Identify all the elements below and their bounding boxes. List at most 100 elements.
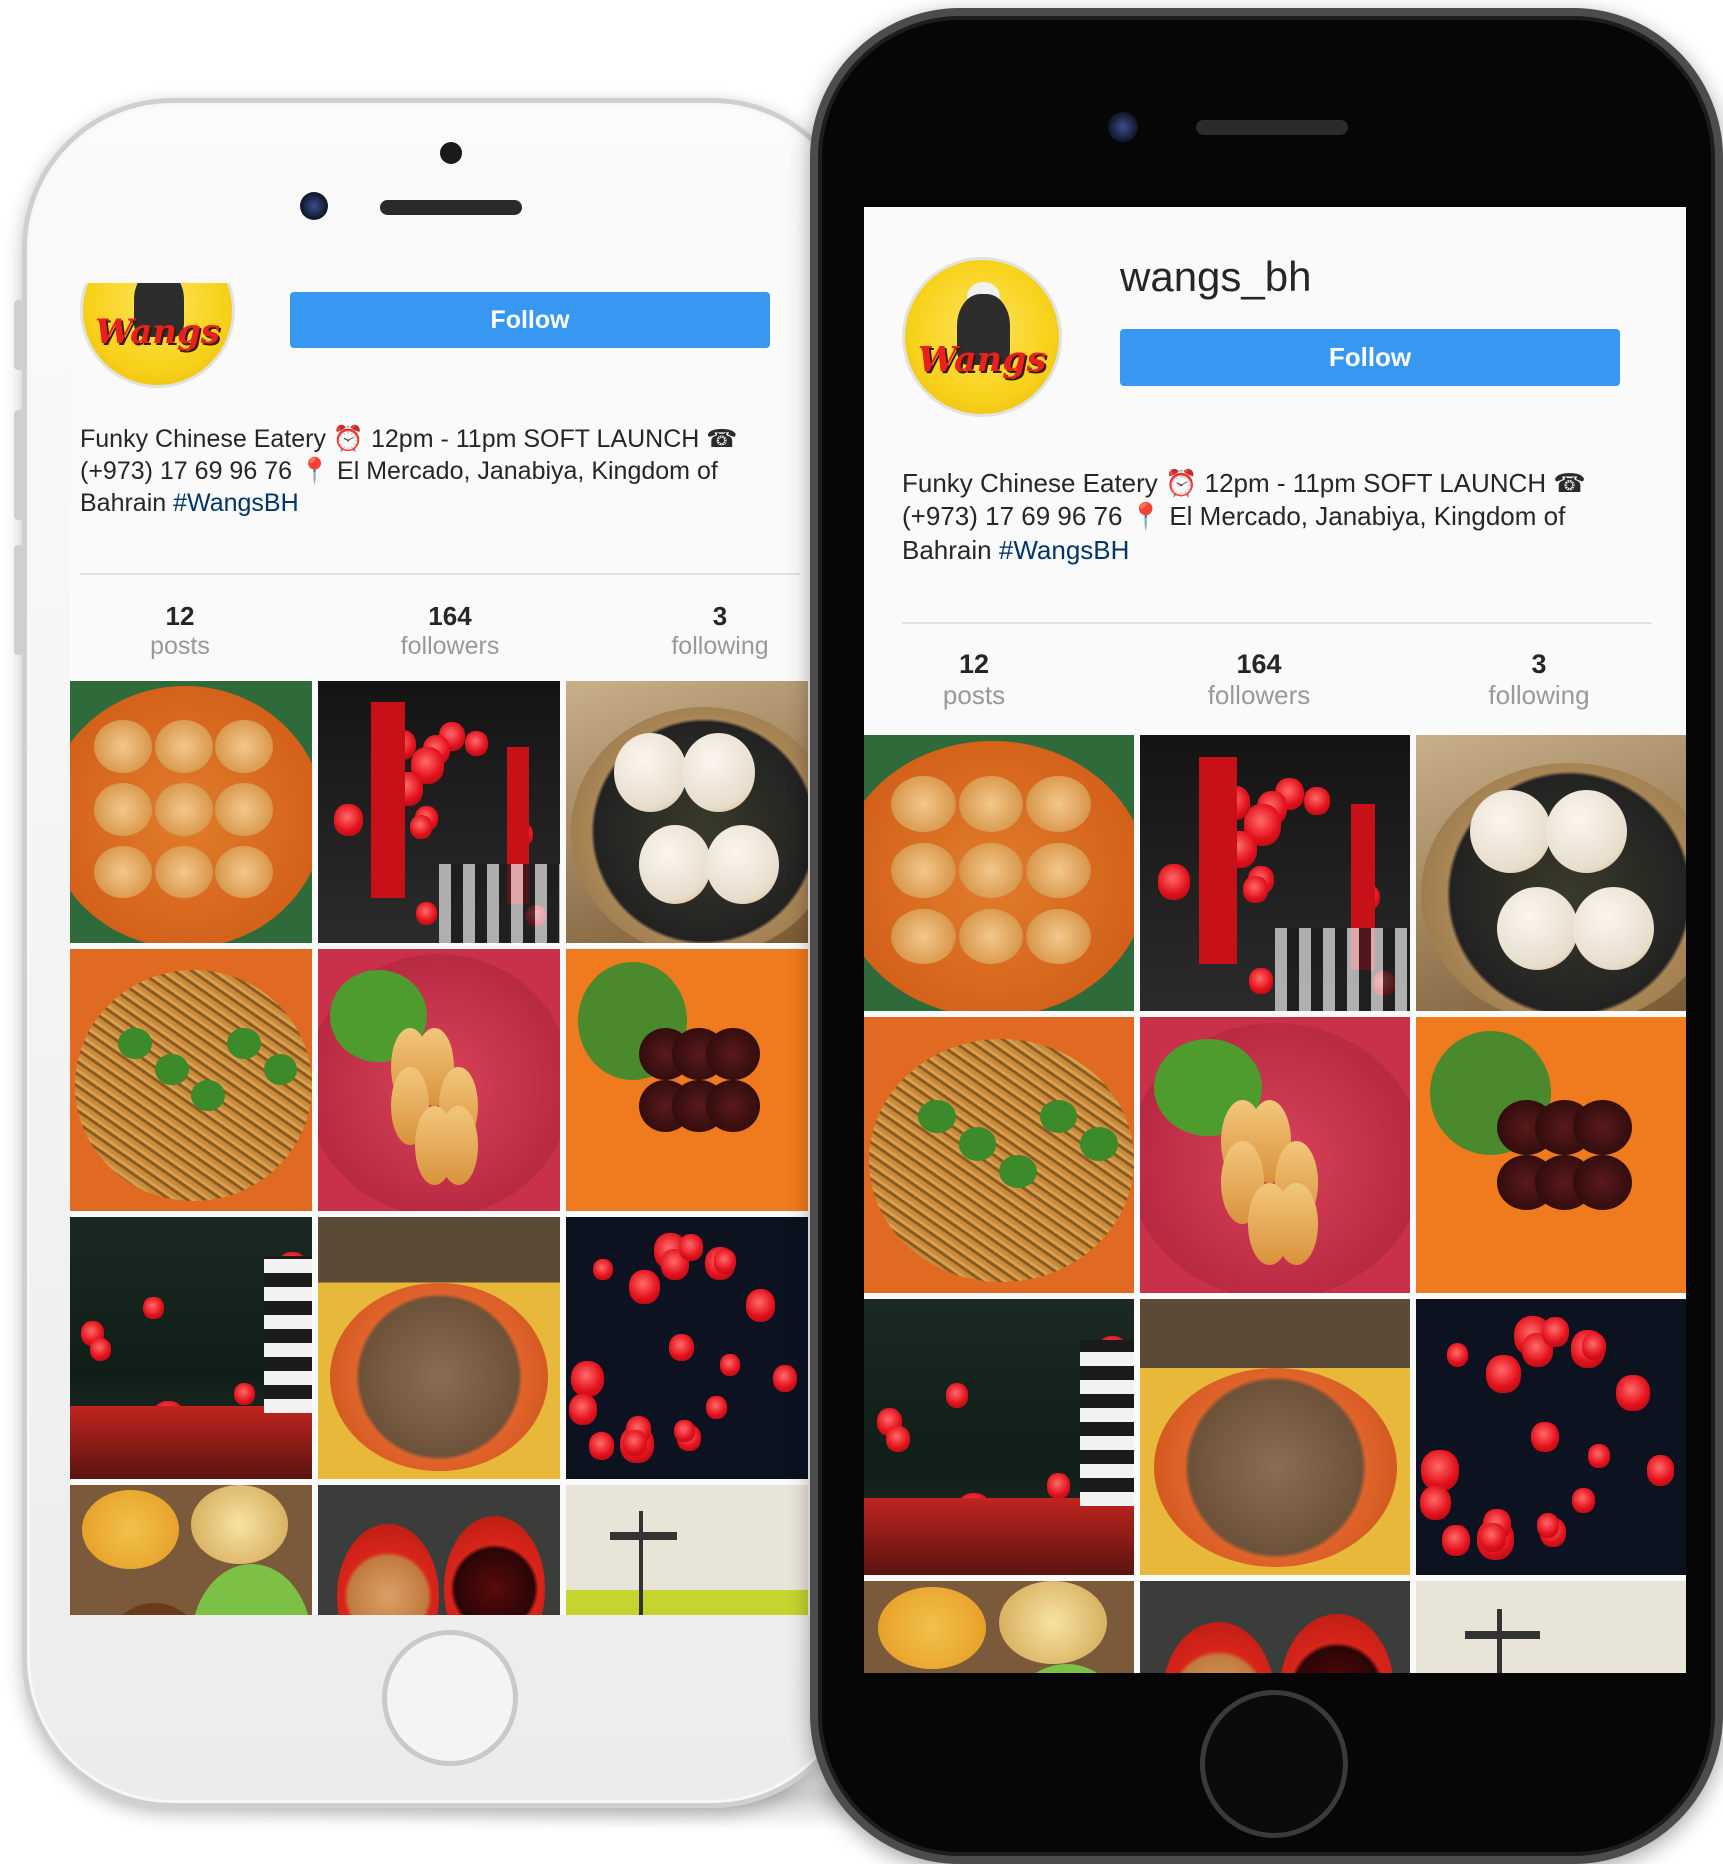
lantern: [1304, 787, 1330, 816]
red-banner: [1199, 757, 1238, 965]
dumpling: [614, 733, 687, 812]
followers-stat[interactable]: 164 followers: [370, 601, 530, 661]
dumpling: [1470, 790, 1551, 873]
post-thumbnail-noodles-plate[interactable]: [864, 1017, 1134, 1293]
post-thumbnail-crispy-fish-salad[interactable]: [1140, 1017, 1410, 1293]
post-thumbnail-salad-and-sauces[interactable]: [864, 1581, 1134, 1673]
posts-grid: COMIN: [70, 681, 810, 1615]
red-banner: [371, 701, 406, 899]
profile-avatar[interactable]: Wangs: [80, 283, 235, 388]
lettuce: [191, 1563, 312, 1615]
post-thumbnail-noodles-plate[interactable]: [70, 949, 312, 1211]
lantern: [465, 730, 489, 756]
lantern: [1419, 1485, 1451, 1521]
post-thumbnail-coming-soon-sign[interactable]: COMIN: [566, 1485, 808, 1615]
fried-piece: [94, 783, 153, 836]
lantern: [589, 1431, 615, 1460]
lantern: [1616, 1374, 1650, 1412]
poster-wall: [263, 1256, 312, 1414]
fried-piece: [154, 783, 213, 836]
dumpling: [706, 825, 779, 904]
followers-count: 164: [428, 601, 472, 631]
poster-wall: [1080, 1340, 1134, 1506]
posts-count: 12: [958, 649, 990, 679]
earpiece-speaker: [1196, 120, 1348, 135]
profile-username: wangs_bh: [1120, 253, 1312, 300]
post-thumbnail-fried-chicken-bowl[interactable]: [70, 681, 312, 943]
lantern: [678, 1234, 703, 1261]
home-button[interactable]: [1200, 1690, 1348, 1838]
posts-stat[interactable]: 12 posts: [120, 601, 240, 661]
bamboo-basket: [570, 707, 808, 943]
lantern: [885, 1426, 910, 1453]
front-camera: [300, 192, 328, 220]
lantern: [1536, 1512, 1560, 1538]
post-thumbnail-salad-and-sauces[interactable]: [70, 1485, 312, 1615]
posts-label: posts: [942, 680, 1006, 710]
lantern: [334, 803, 364, 836]
sauce-bowl: [191, 1485, 288, 1564]
lantern: [416, 902, 438, 926]
bio-tagline: Funky Chinese Eatery: [902, 468, 1158, 498]
post-thumbnail-fried-rice-bowl[interactable]: [318, 1217, 560, 1479]
post-thumbnail-glazed-beef[interactable]: [566, 949, 808, 1211]
post-thumbnail-restaurant-interior[interactable]: [70, 1217, 312, 1479]
profile-avatar[interactable]: Wangs: [902, 257, 1062, 417]
following-stat[interactable]: 3 following: [640, 601, 800, 661]
post-thumbnail-red-lanterns-banners[interactable]: [318, 681, 560, 943]
followers-stat[interactable]: 164 followers: [1174, 649, 1344, 711]
follow-button[interactable]: Follow: [1120, 329, 1620, 386]
bio-phone-number[interactable]: (+973) 17 69 96 76: [902, 501, 1122, 531]
stats-divider: [902, 622, 1652, 624]
mute-switch: [14, 300, 24, 370]
telephone-icon: ☎: [1553, 468, 1586, 498]
follow-button[interactable]: Follow: [290, 292, 770, 348]
fried-piece: [958, 842, 1024, 898]
bio-hashtag[interactable]: #WangsBH: [173, 489, 299, 517]
lantern: [1446, 1342, 1469, 1367]
fried-piece: [154, 846, 213, 899]
counter: [70, 1405, 312, 1479]
fried-piece: [154, 720, 213, 773]
bio-tagline: Funky Chinese Eatery: [80, 425, 326, 453]
post-thumbnail-restaurant-interior[interactable]: [864, 1299, 1134, 1575]
sauce-bowl: [82, 1490, 179, 1569]
fried-piece: [215, 783, 274, 836]
fried-piece: [1026, 842, 1091, 898]
post-thumbnail-dim-sum-basket[interactable]: [566, 681, 808, 943]
avatar-logo-text: Wangs: [917, 339, 1047, 381]
post-thumbnail-hanging-lanterns-night[interactable]: [566, 1217, 808, 1479]
following-stat[interactable]: 3 following: [1454, 649, 1624, 711]
lantern: [410, 814, 433, 840]
bio-hashtag[interactable]: #WangsBH: [999, 535, 1130, 565]
fried-piece: [1026, 776, 1091, 832]
post-thumbnail-spring-rolls-dips[interactable]: [318, 1485, 560, 1615]
proximity-sensor: [440, 142, 462, 164]
noodle-pile: [869, 1039, 1134, 1282]
fried-piece: [1026, 908, 1091, 965]
bio-phone-number[interactable]: (+973) 17 69 96 76: [80, 457, 292, 485]
post-thumbnail-dim-sum-basket[interactable]: [1416, 735, 1686, 1011]
telephone-icon: ☎: [706, 425, 738, 453]
alarm-clock-icon: ⏰: [332, 425, 365, 453]
post-thumbnail-crispy-fish-salad[interactable]: [318, 949, 560, 1211]
sign-arm: [1464, 1630, 1541, 1639]
home-button[interactable]: [382, 1630, 518, 1766]
post-thumbnail-glazed-beef[interactable]: [1416, 1017, 1686, 1293]
stats-divider: [80, 573, 800, 575]
post-thumbnail-red-lanterns-banners[interactable]: [1140, 735, 1410, 1011]
post-thumbnail-fried-rice-bowl[interactable]: [1140, 1299, 1410, 1575]
post-thumbnail-fried-chicken-bowl[interactable]: [864, 735, 1134, 1011]
posts-stat[interactable]: 12 posts: [914, 649, 1034, 711]
post-thumbnail-spring-rolls-dips[interactable]: [1140, 1581, 1410, 1673]
profile-bio: Funky Chinese Eatery ⏰ 12pm - 11pm SOFT …: [80, 423, 780, 519]
fried-piece: [215, 720, 274, 773]
lantern: [945, 1382, 969, 1408]
beef-piece: [1572, 1099, 1632, 1155]
lantern: [1531, 1421, 1560, 1453]
lantern: [714, 1249, 737, 1274]
post-thumbnail-hanging-lanterns-night[interactable]: [1416, 1299, 1686, 1575]
lantern: [1242, 876, 1268, 904]
post-thumbnail-coming-soon-sign[interactable]: COMIN: [1416, 1581, 1686, 1673]
fried-piece: [891, 842, 956, 898]
